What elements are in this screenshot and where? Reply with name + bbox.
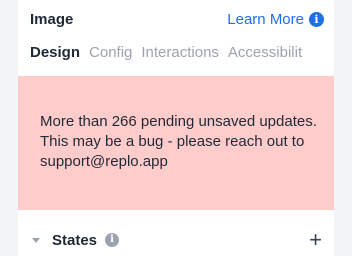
states-section-header: States i + [32,229,322,251]
tab-interactions[interactable]: Interactions [141,44,219,61]
tab-bar: Design Config Interactions Accessibilit [30,44,302,61]
error-message: More than 266 pending unsaved updates. T… [40,113,317,170]
info-icon: i [105,233,120,247]
panel-title: Image [30,10,74,28]
add-state-button[interactable]: + [309,229,322,251]
states-label: States [52,231,98,249]
info-icon: i [309,11,324,27]
chevron-down-icon[interactable] [32,237,40,243]
learn-more-link[interactable]: Learn More i [227,11,324,28]
tab-config[interactable]: Config [89,44,132,61]
error-banner: More than 266 pending unsaved updates. T… [18,76,334,210]
tab-design[interactable]: Design [30,44,80,61]
panel-header: Image Learn More i [30,8,324,30]
properties-panel: Image Learn More i Design Config Interac… [18,0,334,256]
learn-more-label: Learn More [227,10,304,28]
tab-accessibility[interactable]: Accessibilit [228,44,302,61]
